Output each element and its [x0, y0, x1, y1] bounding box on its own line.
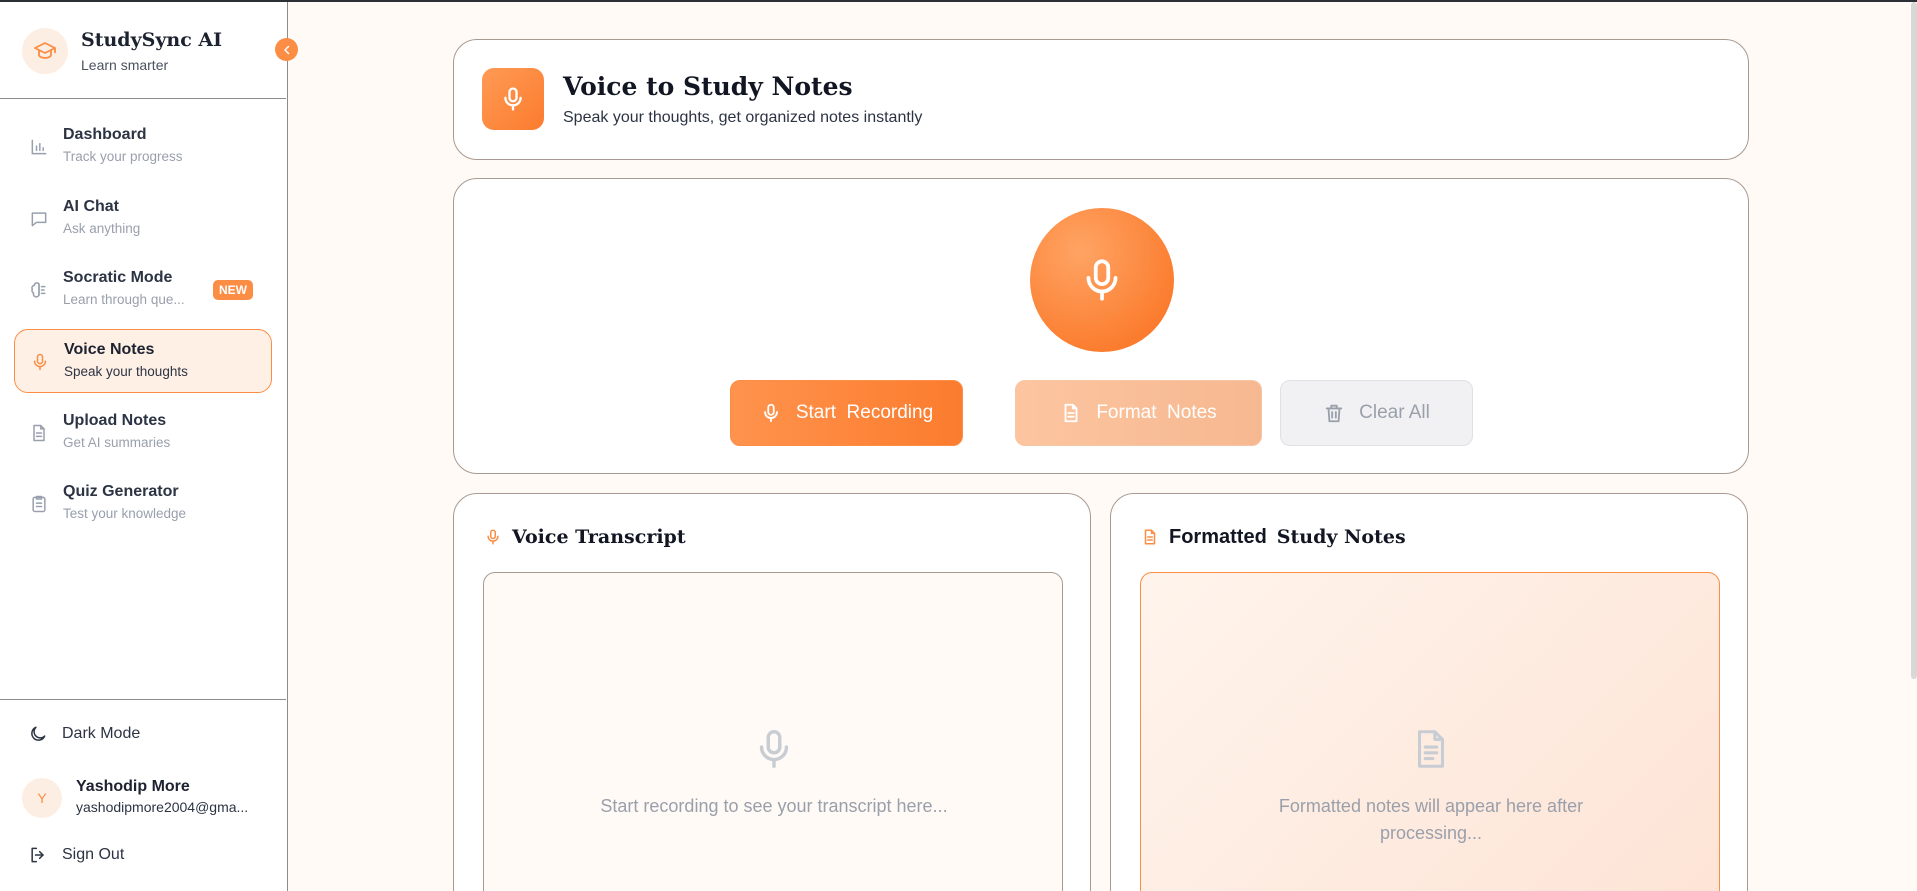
dark-mode-label: Dark Mode — [62, 725, 141, 742]
page-header-card: Voice to Study Notes Speak your thoughts… — [453, 39, 1749, 160]
sidebar-item-subtitle: Speak your thoughts — [64, 364, 188, 379]
brand-subtitle: Learn smarter — [81, 57, 169, 73]
dark-mode-toggle[interactable]: Dark Mode — [28, 722, 140, 746]
sidebar-item-upload-notes[interactable]: Upload Notes Get AI summaries — [14, 401, 272, 465]
trash-icon — [1325, 404, 1343, 423]
start-recording-button[interactable]: Start Recording — [730, 380, 963, 446]
new-badge: NEW — [213, 280, 253, 300]
moon-icon — [31, 726, 46, 741]
avatar[interactable]: Y — [22, 778, 62, 818]
sign-out-button[interactable]: Sign Out — [28, 843, 124, 867]
chat-bubble-icon — [28, 208, 50, 230]
clear-all-label: Clear All — [1359, 402, 1430, 423]
sidebar-item-label: AI Chat — [63, 198, 119, 215]
formatted-notes-panel: Formatted Study Notes Formatted notes wi… — [1110, 493, 1748, 891]
collapse-sidebar-button[interactable] — [275, 38, 298, 61]
user-email: yashodipmore2004@gma... — [76, 799, 249, 815]
recording-card: Start Recording Format Notes Clear All — [453, 178, 1749, 474]
microphone-icon — [29, 351, 51, 373]
transcript-empty-text: Start recording to see your transcript h… — [600, 796, 948, 816]
brain-icon — [28, 279, 50, 301]
document-icon — [1144, 529, 1156, 545]
sidebar-item-label: Dashboard — [63, 126, 147, 143]
sign-out-label: Sign Out — [62, 846, 125, 863]
sidebar-item-subtitle: Get AI summaries — [63, 435, 171, 450]
page-subtitle: Speak your thoughts, get organized notes… — [563, 109, 923, 126]
bar-chart-icon — [28, 136, 50, 158]
chevron-left-icon — [283, 45, 289, 54]
sidebar: StudySync AI Learn smarter Dashboard Tra… — [0, 2, 298, 891]
clear-all-button[interactable]: Clear All — [1280, 380, 1473, 446]
sidebar-footer: Dark Mode Y Yashodip More yashodipmore20… — [0, 699, 286, 891]
microphone-icon — [763, 403, 778, 423]
transcript-area[interactable]: Start recording to see your transcript h… — [483, 572, 1063, 891]
sidebar-item-label: Upload Notes — [63, 412, 167, 429]
microphone-icon — [487, 529, 499, 545]
formatted-notes-area[interactable]: Formatted notes will appear here after p… — [1140, 572, 1720, 891]
document-icon — [1405, 723, 1457, 775]
sidebar-item-label: Voice Notes — [64, 341, 155, 358]
page-title: Voice to Study Notes — [563, 72, 853, 101]
format-notes-label: Format Notes — [1096, 402, 1217, 423]
document-icon — [1064, 403, 1078, 423]
brand-header: StudySync AI Learn smarter — [0, 2, 286, 99]
panel-header: Voice Transcript — [484, 524, 686, 550]
page-scrollbar[interactable] — [1911, 2, 1917, 679]
microphone-icon — [1086, 259, 1118, 301]
sidebar-item-dashboard[interactable]: Dashboard Track your progress — [14, 115, 272, 179]
sidebar-item-subtitle: Ask anything — [63, 221, 141, 236]
sidebar-item-subtitle: Learn through que... — [63, 292, 185, 307]
log-out-icon — [31, 847, 44, 863]
brand-title: StudySync AI — [81, 29, 223, 51]
document-icon — [28, 422, 50, 444]
sidebar-item-voice-notes[interactable]: Voice Notes Speak your thoughts — [14, 329, 272, 393]
sidebar-item-subtitle: Track your progress — [63, 149, 183, 164]
microphone-icon — [482, 68, 544, 130]
record-microphone-button[interactable] — [1030, 208, 1174, 352]
sidebar-item-label: Quiz Generator — [63, 483, 179, 500]
start-recording-label: Start Recording — [795, 402, 934, 423]
sidebar-item-quiz-generator[interactable]: Quiz Generator Test your knowledge — [14, 472, 272, 536]
user-name: Yashodip More — [76, 778, 190, 795]
sidebar-item-ai-chat[interactable]: AI Chat Ask anything — [14, 187, 272, 251]
microphone-icon — [748, 723, 800, 775]
sidebar-item-subtitle: Test your knowledge — [63, 506, 187, 521]
sidebar-item-label: Socratic Mode — [63, 269, 173, 286]
clipboard-list-icon — [28, 493, 50, 515]
panel-header: Formatted Study Notes — [1141, 524, 1406, 550]
panel-title-serif: Study Notes — [1276, 526, 1406, 548]
panel-title: Voice Transcript — [512, 526, 686, 548]
panel-title-bold: Formatted — [1169, 525, 1267, 548]
format-notes-button[interactable]: Format Notes — [1015, 380, 1262, 446]
graduation-cap-icon — [22, 28, 68, 74]
formatted-empty-text: Formatted notes will appear here after p… — [1278, 796, 1584, 843]
sidebar-item-socratic-mode[interactable]: Socratic Mode Learn through que... NEW — [14, 258, 272, 322]
voice-transcript-panel: Voice Transcript Start recording to see … — [453, 493, 1091, 891]
